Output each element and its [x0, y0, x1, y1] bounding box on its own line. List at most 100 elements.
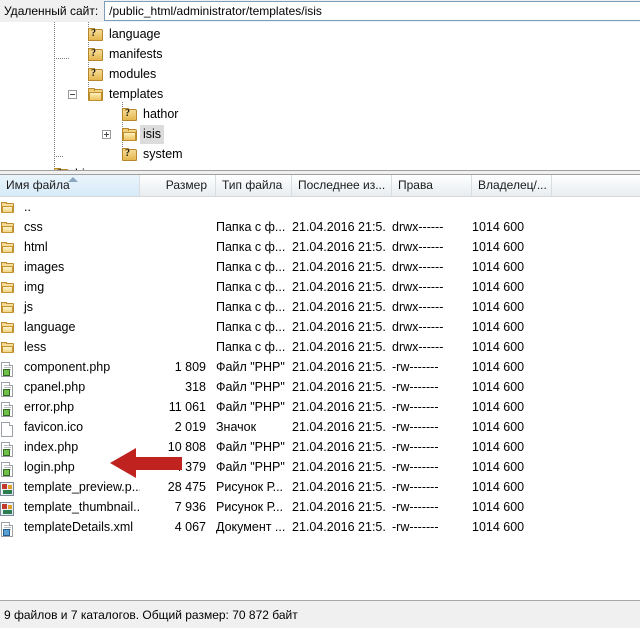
file-size-cell — [140, 197, 212, 217]
file-owner-cell: 1014 600 — [472, 420, 525, 434]
file-name-cell: index.php — [24, 440, 79, 454]
file-row[interactable]: less Папка с ф... 21.04.2016 21:5... drwx--… — [0, 337, 640, 357]
remote-path-input[interactable]: /public_html/administrator/templates/isi… — [104, 1, 640, 21]
file-permissions-cell: -rw------- — [392, 380, 439, 394]
file-date-cell: 21.04.2016 21:5... — [292, 300, 387, 314]
tree-item-templates[interactable]: templates — [88, 85, 166, 104]
file-row[interactable]: favicon.ico 2 019 Значок 21.04.2016 21:5...… — [0, 417, 640, 437]
column-header-permissions[interactable]: Права — [392, 175, 472, 196]
file-name-cell: html — [24, 240, 48, 254]
file-date-cell — [292, 197, 387, 217]
file-type-cell: Рисунок Р... — [216, 480, 284, 494]
file-date-cell: 21.04.2016 21:5... — [292, 480, 387, 494]
file-row[interactable]: cpanel.php 318 Файл "PHP" 21.04.2016 21:5..… — [0, 377, 640, 397]
tree-item-isis[interactable]: isis — [122, 125, 165, 144]
file-name-cell: favicon.ico — [24, 420, 84, 434]
file-type-cell: Рисунок Р... — [216, 500, 284, 514]
file-owner-cell: 1014 600 — [472, 460, 525, 474]
file-date-cell: 21.04.2016 21:5... — [292, 460, 387, 474]
file-type-cell — [216, 197, 286, 217]
file-permissions-cell: drwx------ — [392, 260, 444, 274]
status-bar-text: 9 файлов и 7 каталогов. Общий размер: 70… — [4, 607, 298, 622]
file-date-cell: 21.04.2016 21:5... — [292, 360, 387, 374]
file-size-cell: 318 — [185, 380, 206, 394]
file-date-cell: 21.04.2016 21:5... — [292, 520, 387, 534]
file-owner-cell: 1014 600 — [472, 340, 525, 354]
file-list[interactable]: .. css Папка с ф... 21.04.2016 21:5... drwx-… — [0, 197, 640, 575]
file-row[interactable]: images Папка с ф... 21.04.2016 21:5... drwx… — [0, 257, 640, 277]
tree-guide-line — [54, 58, 70, 59]
tree-guide-line — [54, 156, 64, 157]
column-header-type[interactable]: Тип файла — [216, 175, 292, 196]
column-header-filler — [552, 175, 640, 196]
directory-tree-panel[interactable]: ? language? manifests? modules templates? hat… — [0, 22, 640, 170]
column-header-size[interactable]: Размер — [140, 175, 216, 196]
file-date-cell: 21.04.2016 21:5... — [292, 340, 387, 354]
file-date-cell: 21.04.2016 21:5... — [292, 440, 387, 454]
file-name-cell: .. — [24, 200, 31, 214]
tree-item-hathor[interactable]: ? hathor — [122, 105, 181, 124]
column-header-date[interactable]: Последнее из... — [292, 175, 392, 196]
file-size-cell — [140, 257, 212, 277]
file-date-cell: 21.04.2016 21:5... — [292, 280, 387, 294]
file-date-cell: 21.04.2016 21:5... — [292, 380, 387, 394]
file-row[interactable]: login.php 4 379 Файл "PHP" 21.04.2016 21:5.… — [0, 457, 640, 477]
file-size-cell — [140, 317, 212, 337]
file-row[interactable]: index.php 10 808 Файл "PHP" 21.04.2016 21:5… — [0, 437, 640, 457]
folder-unknown-icon: ? — [122, 107, 138, 122]
file-permissions-cell: -rw------- — [392, 420, 439, 434]
file-rows-container: .. css Папка с ф... 21.04.2016 21:5... drwx-… — [0, 197, 640, 537]
file-owner-cell: 1014 600 — [472, 440, 525, 454]
file-type-cell: Папка с ф... — [216, 240, 286, 254]
file-row[interactable]: language Папка с ф... 21.04.2016 21:5... dr… — [0, 317, 640, 337]
file-row[interactable]: error.php 11 061 Файл "PHP" 21.04.2016 21:5… — [0, 397, 640, 417]
folder-icon — [122, 127, 138, 142]
file-date-cell: 21.04.2016 21:5... — [292, 260, 387, 274]
file-name-cell: images — [24, 260, 65, 274]
file-row[interactable]: img Папка с ф... 21.04.2016 21:5... drwx---… — [0, 277, 640, 297]
file-permissions-cell: drwx------ — [392, 300, 444, 314]
tree-expand-icon[interactable] — [102, 130, 111, 139]
file-size-cell: 4 067 — [174, 520, 206, 534]
file-row[interactable]: templateDetails.xml 4 067 Документ ... 21.0… — [0, 517, 640, 537]
file-size-cell — [140, 337, 212, 357]
file-type-cell: Документ ... — [216, 520, 286, 534]
file-row[interactable]: js Папка с ф... 21.04.2016 21:5... drwx----… — [0, 297, 640, 317]
file-size-cell — [140, 237, 212, 257]
tree-collapse-icon[interactable] — [68, 90, 77, 99]
file-permissions-cell: drwx------ — [392, 240, 444, 254]
file-row[interactable]: template_preview.p... 28 475 Рисунок Р... 2… — [0, 477, 640, 497]
file-name-cell: template_preview.p... — [24, 480, 140, 494]
file-size-cell: 4 379 — [174, 460, 206, 474]
file-size-cell — [140, 277, 212, 297]
tree-item-system[interactable]: ? system — [122, 145, 186, 164]
folder-unknown-icon: ? — [88, 67, 104, 82]
file-name-cell: template_thumbnail... — [24, 500, 140, 514]
file-permissions-cell: drwx------ — [392, 280, 444, 294]
file-size-cell: 7 936 — [174, 500, 206, 514]
file-row[interactable]: .. — [0, 197, 640, 217]
tree-item-language[interactable]: ? language — [88, 25, 163, 44]
file-row[interactable]: component.php 1 809 Файл "PHP" 21.04.2016 2… — [0, 357, 640, 377]
file-owner-cell: 1014 600 — [472, 500, 525, 514]
remote-path-bar: Удаленный сайт: /public_html/administrat… — [0, 0, 640, 22]
file-date-cell: 21.04.2016 21:5... — [292, 400, 387, 414]
column-header-name[interactable]: Имя файла — [0, 175, 140, 196]
file-manager-window: Удаленный сайт: /public_html/administrat… — [0, 0, 640, 628]
tree-item-modules[interactable]: ? modules — [88, 65, 159, 84]
file-row[interactable]: css Папка с ф... 21.04.2016 21:5... drwx---… — [0, 217, 640, 237]
column-header-owner[interactable]: Владелец/... — [472, 175, 552, 196]
file-date-cell: 21.04.2016 21:5... — [292, 220, 387, 234]
file-owner-cell: 1014 600 — [472, 400, 525, 414]
tree-item-label: system — [143, 147, 183, 161]
file-size-cell: 11 061 — [168, 400, 206, 414]
file-row[interactable]: template_thumbnail... 7 936 Рисунок Р... 21… — [0, 497, 640, 517]
tree-item-manifests[interactable]: ? manifests — [88, 45, 166, 64]
file-row[interactable]: html Папка с ф... 21.04.2016 21:5... drwx--… — [0, 237, 640, 257]
file-owner-cell: 1014 600 — [472, 480, 525, 494]
file-name-cell: login.php — [24, 460, 75, 474]
file-permissions-cell: -rw------- — [392, 480, 439, 494]
tree-item-label: modules — [109, 67, 157, 81]
folder-unknown-icon: ? — [88, 27, 104, 42]
file-permissions-cell — [392, 197, 468, 217]
